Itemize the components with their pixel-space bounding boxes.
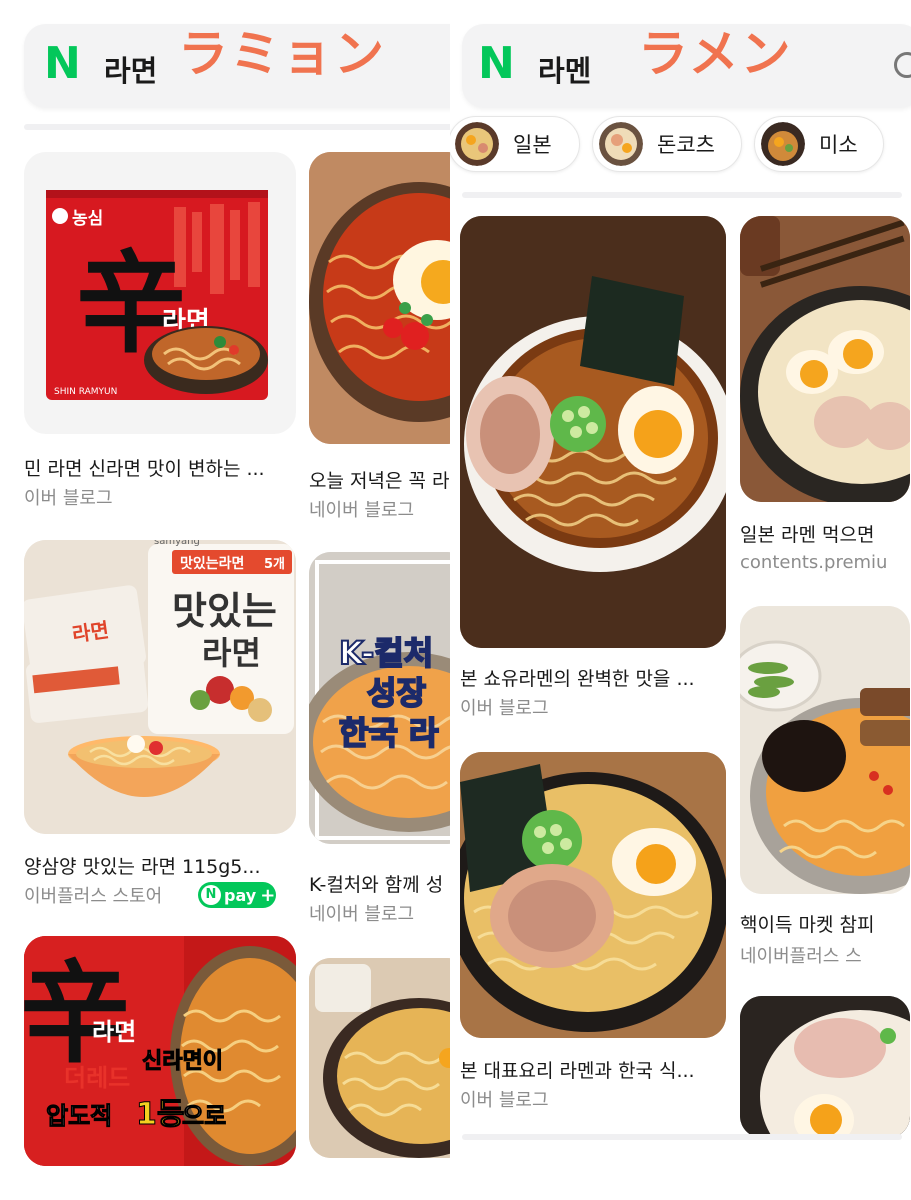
shin-bottom-logo-char: 辛 (24, 950, 130, 1078)
search-icon[interactable] (894, 52, 911, 78)
result-source[interactable]: 이버플러스 스토어 (24, 882, 204, 908)
shin-brand-text: 농심 (72, 209, 103, 229)
tonkotsu-ramen-image (460, 752, 726, 1038)
shin-bestseller-line2c: 으로 (182, 1102, 226, 1130)
ramen-egg-image (309, 152, 450, 444)
result-source[interactable]: 이버 블로그 (460, 694, 726, 720)
market-ramen-image (740, 606, 910, 894)
samyang-name-line1: 맛있는 (172, 589, 277, 633)
shin-bestseller-line2a: 압도적 (46, 1102, 112, 1130)
naver-logo: N (478, 38, 515, 89)
samyang-pack-image: 라면 맛있는라면 5개 samyang 맛있는 라면 (24, 540, 296, 834)
naver-logo: N (44, 38, 81, 89)
result-source[interactable]: 네이버플러스 스 (740, 942, 911, 968)
result-title[interactable]: 일본 라멘 먹으면 (740, 520, 911, 547)
shin-bestseller-line2b: 1등 (136, 1097, 184, 1132)
samyang-count: 5개 (264, 557, 285, 572)
image-result-samyang[interactable]: 라면 맛있는라면 5개 samyang 맛있는 라면 (24, 540, 296, 834)
samyang-name-line2: 라면 (202, 634, 261, 672)
image-result-japan-ramen[interactable] (740, 216, 910, 502)
chip-tonkotsu[interactable]: 돈코츠 (592, 116, 742, 172)
npay-n-icon: N (201, 885, 221, 905)
result-title[interactable]: 민 라면 신라면 맛이 변하는 ... (24, 454, 296, 481)
image-result-ramen-egg[interactable] (309, 152, 450, 444)
chip-label: 미소 (819, 133, 858, 157)
result-title[interactable]: 본 대표요리 라멘과 한국 식... (460, 1056, 726, 1083)
k-culture-line2: 성장 (367, 674, 426, 712)
result-title[interactable]: 본 쇼유라멘의 완벽한 맛을 ... (460, 664, 726, 691)
npay-label: pay (224, 885, 257, 905)
footer-divider (462, 1134, 902, 1140)
ramen-egg-bowl-image (740, 996, 910, 1138)
image-result-k-culture[interactable]: K-컬처 성장 한국 라 (309, 552, 450, 844)
shin-red-label: 더레드 (64, 1064, 130, 1092)
katakana-overlay: ラメン (638, 25, 793, 83)
chip-label: 돈코츠 (657, 133, 715, 157)
shin-bestseller-line1: 신라면이 (142, 1049, 223, 1074)
header-divider (24, 124, 450, 130)
image-result-shin-bestseller[interactable]: 辛 라면 더레드 신라면이 압도적 1등 으로 (24, 936, 296, 1166)
result-title[interactable]: 핵이득 마켓 참피 (740, 910, 911, 937)
result-source[interactable]: 이버 블로그 (24, 484, 296, 510)
shin-bestseller-image: 辛 라면 더레드 신라면이 압도적 1등 으로 (24, 936, 296, 1166)
result-title[interactable]: 오늘 저녁은 꼭 라 (309, 466, 450, 493)
image-result-ramen-bowl[interactable] (309, 958, 450, 1158)
result-source[interactable]: 네이버 블로그 (309, 900, 450, 926)
samyang-brand: samyang (154, 540, 200, 547)
image-result-shoyu-ramen[interactable] (460, 216, 726, 648)
chip-thumbnail (761, 122, 805, 166)
image-result-tonkotsu-ramen[interactable] (460, 752, 726, 1038)
right-search-panel: N 라멘 ラメン 일본 돈코츠 미소 본 쇼유라멘의 완벽한 맛을 ... 이버… (450, 0, 911, 1200)
chip-miso[interactable]: 미소 (754, 116, 884, 172)
npay-plus-badge: N pay + (198, 882, 276, 908)
chip-thumbnail (599, 122, 643, 166)
k-culture-line1: K-컬처 (339, 634, 433, 672)
japan-ramen-image (740, 216, 910, 502)
result-source[interactable]: 이버 블로그 (460, 1086, 726, 1112)
samyang-ribbon: 맛있는라면 (180, 555, 244, 572)
k-culture-line3: 한국 라 (339, 714, 439, 752)
result-title[interactable]: K-컬처와 함께 성 (309, 870, 450, 897)
left-search-panel: N 라면 ラミョン 농심 辛 라면 SHIN RAMYUN 민 라면 신라면 맛… (0, 0, 450, 1200)
npay-plus-icon: + (260, 884, 276, 906)
shin-english-text: SHIN RAMYUN (54, 387, 117, 397)
image-result-ramen-egg-bowl[interactable] (740, 996, 910, 1138)
image-result-shin-ramyun[interactable]: 농심 辛 라면 SHIN RAMYUN (24, 152, 296, 434)
shin-bottom-product: 라면 (92, 1018, 136, 1046)
search-query[interactable]: 라멘 (538, 48, 591, 90)
chip-thumbnail (455, 122, 499, 166)
result-source[interactable]: contents.premiu (740, 552, 911, 573)
chip-japan[interactable]: 일본 (450, 116, 580, 172)
search-query[interactable]: 라면 (104, 48, 157, 90)
samyang-side-label: 라면 (71, 618, 111, 647)
chip-label: 일본 (513, 133, 552, 157)
shoyu-ramen-image (460, 216, 726, 648)
k-culture-image: K-컬처 성장 한국 라 (309, 552, 450, 844)
result-source[interactable]: 네이버 블로그 (309, 496, 450, 522)
header-divider (462, 192, 902, 198)
result-title[interactable]: 양삼양 맛있는 라면 115g5... (24, 852, 296, 879)
katakana-overlay: ラミョン (178, 25, 386, 83)
ramen-bowl-image (309, 958, 450, 1158)
shin-ramyun-pack-image: 농심 辛 라면 SHIN RAMYUN (46, 190, 268, 400)
image-result-market-ramen[interactable] (740, 606, 910, 894)
